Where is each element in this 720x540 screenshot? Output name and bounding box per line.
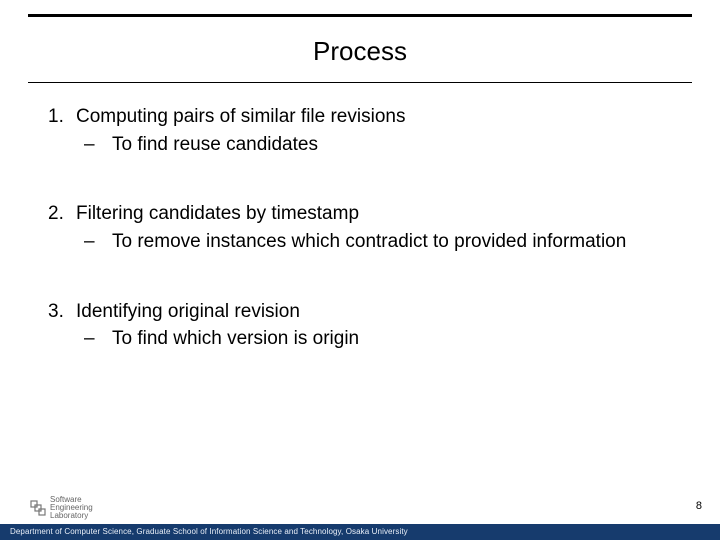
dash-bullet: – — [84, 132, 112, 158]
sub-line: – To find reuse candidates — [84, 132, 680, 158]
numbered-line: 3. Identifying original revision — [48, 299, 680, 325]
item-number: 3. — [48, 299, 76, 325]
logo-text: Software Engineering Laboratory — [50, 496, 93, 520]
list-item: 1. Computing pairs of similar file revis… — [48, 104, 680, 157]
spacer — [48, 157, 680, 201]
footer-text: Department of Computer Science, Graduate… — [10, 527, 408, 536]
sub-line: – To find which version is origin — [84, 326, 680, 352]
item-number: 2. — [48, 201, 76, 227]
item-text: Computing pairs of similar file revision… — [76, 104, 405, 130]
slide-body: 1. Computing pairs of similar file revis… — [48, 104, 680, 352]
sub-text: To remove instances which contradict to … — [112, 229, 626, 255]
numbered-line: 1. Computing pairs of similar file revis… — [48, 104, 680, 130]
sub-line: – To remove instances which contradict t… — [84, 229, 680, 255]
list-item: 3. Identifying original revision – To fi… — [48, 299, 680, 352]
item-text: Identifying original revision — [76, 299, 300, 325]
footer-bar: Department of Computer Science, Graduate… — [0, 524, 720, 540]
item-text: Filtering candidates by timestamp — [76, 201, 359, 227]
title-underline — [28, 82, 692, 83]
sub-text: To find which version is origin — [112, 326, 359, 352]
slide-title: Process — [0, 36, 720, 67]
top-rule — [28, 14, 692, 17]
page-number: 8 — [696, 500, 702, 512]
slide: Process 1. Computing pairs of similar fi… — [0, 0, 720, 540]
logo-line3: Laboratory — [50, 511, 88, 520]
sub-text: To find reuse candidates — [112, 132, 318, 158]
numbered-line: 2. Filtering candidates by timestamp — [48, 201, 680, 227]
spacer — [48, 255, 680, 299]
item-number: 1. — [48, 104, 76, 130]
lab-logo: Software Engineering Laboratory — [30, 496, 93, 520]
dash-bullet: – — [84, 326, 112, 352]
logo-icon — [30, 500, 46, 516]
dash-bullet: – — [84, 229, 112, 255]
list-item: 2. Filtering candidates by timestamp – T… — [48, 201, 680, 254]
